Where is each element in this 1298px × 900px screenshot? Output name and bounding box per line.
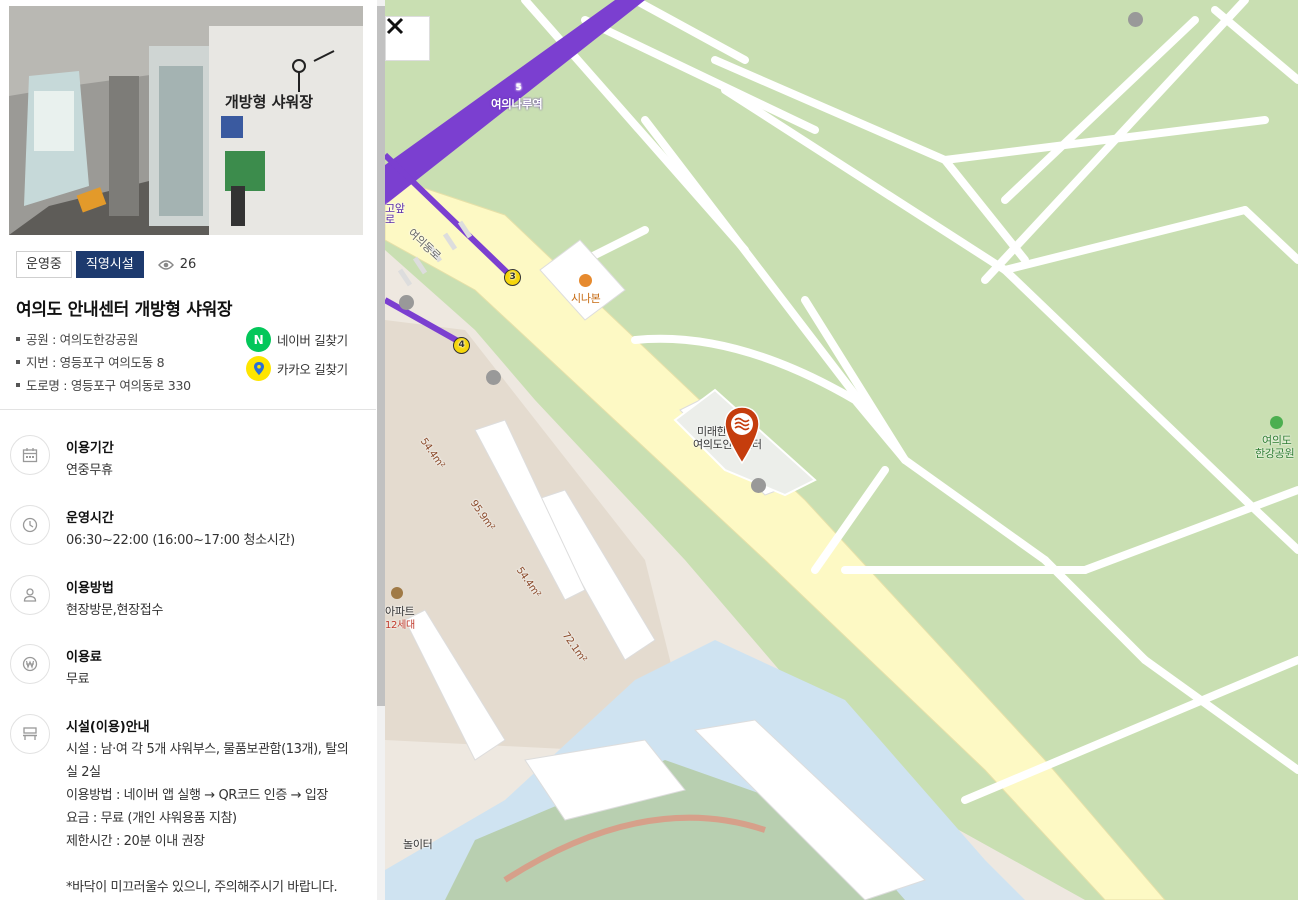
cafe-icon: [579, 274, 592, 290]
clock-icon: [10, 505, 50, 545]
playground-label[interactable]: 놀이터: [403, 836, 433, 852]
status-badge: 운영중: [16, 251, 72, 278]
facility-title: 여의도 안내센터 개방형 샤워장: [16, 300, 233, 320]
divider: [0, 409, 376, 410]
close-icon: [386, 17, 404, 35]
type-badge: 직영시설: [75, 251, 144, 278]
method-label: 이용방법: [66, 581, 114, 596]
park-name: 공원 : 여의도한강공원: [16, 328, 246, 351]
station-label[interactable]: 여의나루역: [491, 96, 543, 112]
calendar-icon: [10, 435, 50, 475]
exit-4-marker: 4: [453, 337, 470, 354]
map-view[interactable]: 5 여의나루역 고앞 로 여의동로 3 4 시나본 미래한 여의도안내센터 여의…: [385, 0, 1298, 900]
station-icon: 5: [512, 80, 525, 95]
apartment-icon: [391, 587, 403, 602]
guide-lines: 시설 : 남·여 각 5개 샤워부스, 물품보관함(13개), 탈의 실 2실 …: [66, 738, 362, 899]
address-list: 공원 : 여의도한강공원 지번 : 영등포구 여의도동 8 도로명 : 영등포구…: [16, 328, 246, 397]
hours-label: 운영시간: [66, 511, 114, 526]
fee-value: 무료: [66, 672, 90, 687]
detail-panel: 개방형 샤워장 운영중 직영시설 26 여의도 안내센터 개방형 샤워장 공원 …: [0, 0, 376, 900]
lot-address: 지번 : 영등포구 여의도동 8: [16, 351, 246, 374]
person-icon: [10, 575, 50, 615]
naver-directions-label: 네이버 길찾기: [277, 333, 348, 348]
cafe-label[interactable]: 시나본: [571, 290, 601, 306]
guide-line: [66, 853, 362, 876]
shower-location-pin-icon[interactable]: [723, 405, 761, 465]
close-button[interactable]: [385, 16, 430, 61]
scrollbar-thumb[interactable]: [377, 6, 385, 706]
parking-icon: [486, 370, 501, 388]
exit-3-marker: 3: [504, 269, 521, 286]
road-address: 도로명 : 영등포구 여의동로 330: [16, 374, 246, 397]
kakao-directions-button[interactable]: 카카오 길찾기: [246, 356, 348, 381]
bench-icon: [10, 714, 50, 754]
method-value: 현장방문,현장접수: [66, 603, 164, 618]
guide-line: 시설 : 남·여 각 5개 샤워부스, 물품보관함(13개), 탈의: [66, 742, 349, 757]
badge-row: 운영중 직영시설 26: [16, 251, 196, 278]
guide-line: 이용방법 : 네이버 앱 실행 → QR코드 인증 → 입장: [66, 788, 328, 803]
restroom-icon: [1128, 12, 1143, 30]
kakao-directions-label: 카카오 길찾기: [277, 362, 348, 377]
period-value: 연중무휴: [66, 463, 113, 478]
period-label: 이용기간: [66, 441, 114, 456]
park-icon: [1270, 416, 1283, 432]
eye-icon: [157, 259, 174, 270]
panel-scrollbar[interactable]: [377, 0, 385, 900]
guide-line: 요금 : 무료 (개인 샤워용품 지참): [66, 811, 237, 826]
view-count: 26: [157, 257, 197, 272]
fee-label: 이용료: [66, 650, 102, 665]
apartment-households: 12세대: [385, 620, 415, 631]
guide-line: 제한시간 : 20분 이내 권장: [66, 834, 205, 849]
guide-line: 실 2실: [66, 765, 101, 780]
bridge-label-2: 로: [385, 213, 395, 226]
won-icon: [10, 644, 50, 684]
restroom-icon: [399, 295, 414, 313]
svg-text:개방형 샤워장: 개방형 샤워장: [225, 93, 313, 111]
hours-value: 06:30~22:00 (16:00~17:00 청소시간): [66, 533, 295, 548]
facility-photo: 개방형 샤워장: [9, 6, 363, 235]
naver-directions-button[interactable]: N 네이버 길찾기: [246, 327, 348, 352]
naver-logo-icon: N: [246, 327, 271, 352]
view-count-value: 26: [179, 257, 197, 272]
kakao-pin-icon: [246, 356, 271, 381]
restroom-icon: [751, 478, 766, 496]
guide-label: 시설(이용)안내: [66, 720, 150, 735]
park-label-2: 한강공원: [1255, 447, 1295, 460]
map-canvas: [385, 0, 1298, 900]
guide-line: *바닥이 미끄러울수 있으니, 주의해주시기 바랍니다.: [66, 880, 338, 895]
